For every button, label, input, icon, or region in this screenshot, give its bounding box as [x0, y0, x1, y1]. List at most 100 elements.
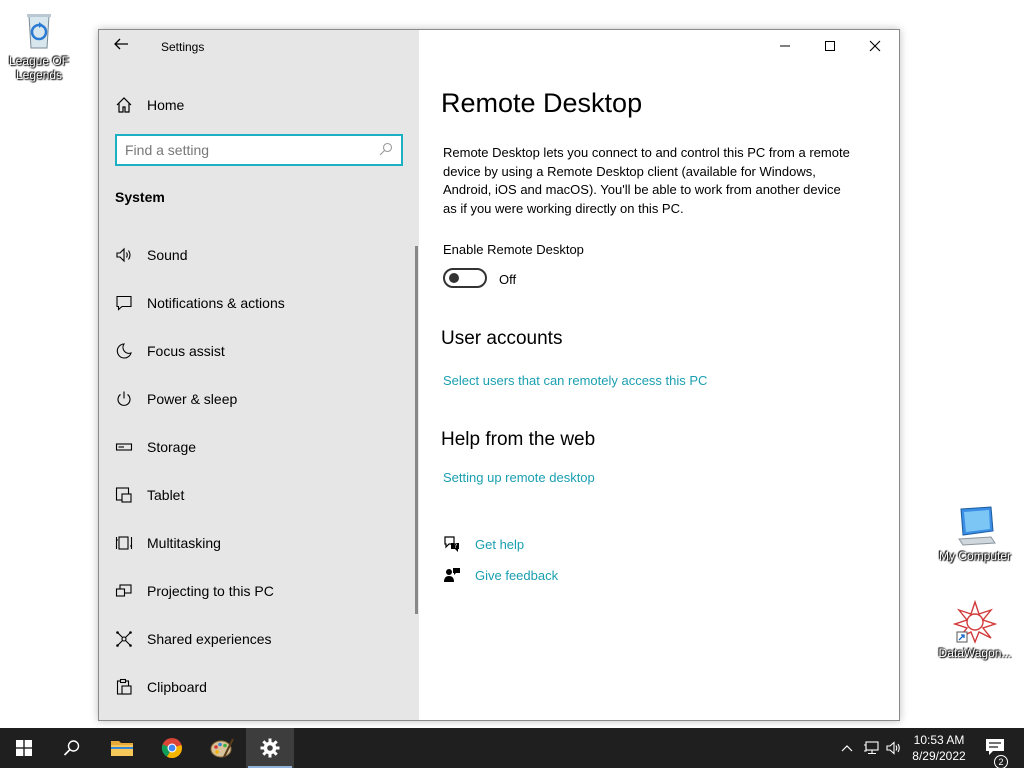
message-icon [115, 294, 133, 312]
give-feedback-link[interactable]: Give feedback [443, 566, 558, 584]
desktop-icon-my-computer[interactable]: My Computer [933, 503, 1017, 563]
sidebar-item-focus-assist[interactable]: Focus assist [99, 327, 415, 375]
sidebar-item-shared-experiences[interactable]: Shared experiences [99, 615, 415, 663]
desktop-icon-label: My Computer [938, 549, 1012, 563]
recycle-bin-icon [17, 8, 61, 52]
taskbar: 10:53 AM 8/29/2022 2 [0, 728, 1024, 768]
projector-icon [115, 582, 133, 600]
close-button[interactable] [852, 30, 898, 62]
power-icon [115, 390, 133, 408]
content-pane: Remote Desktop Remote Desktop lets you c… [419, 30, 899, 720]
chrome-button[interactable] [148, 728, 196, 768]
speaker-icon [886, 741, 900, 755]
show-hidden-icons-button[interactable] [836, 728, 858, 768]
page-description: Remote Desktop lets you connect to and c… [443, 145, 850, 216]
setting-up-remote-desktop-link[interactable]: Setting up remote desktop [443, 470, 595, 485]
start-button[interactable] [0, 728, 48, 768]
page-title: Remote Desktop [441, 88, 643, 118]
search-taskbar-button[interactable] [48, 728, 96, 768]
back-button[interactable] [113, 36, 133, 56]
sidebar-scrollbar[interactable] [415, 246, 418, 614]
minimize-icon [780, 45, 790, 47]
close-icon [869, 40, 881, 52]
speaker-icon [115, 246, 133, 264]
multitasking-icon [115, 534, 133, 552]
settings-window: Settings Home System Sound [98, 29, 900, 721]
toggle-knob [449, 273, 459, 283]
desktop-icon-datawagon[interactable]: DataWagon... [933, 599, 1017, 660]
sidebar-item-label: Tablet [147, 487, 185, 503]
give-feedback-label: Give feedback [475, 567, 559, 583]
get-help-icon: ? [444, 536, 459, 552]
sidebar-nav: Sound Notifications & actions Focus assi… [99, 231, 415, 711]
maximize-button[interactable] [807, 30, 853, 62]
chevron-up-icon [841, 745, 853, 752]
sidebar-item-multitasking[interactable]: Multitasking [99, 519, 415, 567]
moon-icon [115, 342, 133, 360]
maximize-icon [825, 41, 835, 51]
feedback-icon [444, 568, 460, 582]
sidebar-item-label: Multitasking [147, 535, 221, 551]
volume-tray-button[interactable] [883, 728, 905, 768]
sidebar-item-power-sleep[interactable]: Power & sleep [99, 375, 415, 423]
sidebar-item-label: Power & sleep [147, 391, 238, 407]
sidebar-item-label: Projecting to this PC [147, 583, 274, 599]
file-explorer-button[interactable] [98, 728, 146, 768]
search-icon[interactable] [379, 142, 393, 156]
clipboard-icon [115, 678, 133, 696]
sidebar-item-label: Storage [147, 439, 197, 455]
folder-icon [111, 741, 133, 756]
storage-icon [115, 438, 133, 456]
back-arrow-icon [114, 38, 128, 50]
tablet-icon [115, 486, 133, 504]
datawagon-shortcut-icon [952, 599, 998, 644]
desktop-icon-label: DataWagon... [938, 646, 1012, 660]
search-input[interactable] [117, 136, 367, 164]
search-icon [63, 740, 80, 756]
desktop-icon-recycle-bin[interactable]: League OF Legends [0, 8, 81, 82]
desktop-icon-label: League OF Legends [8, 54, 70, 82]
sidebar-item-label: Shared experiences [147, 631, 272, 647]
sidebar: Settings Home System Sound [99, 30, 419, 720]
svg-text:?: ? [454, 543, 457, 550]
sidebar-item-tablet[interactable]: Tablet [99, 471, 415, 519]
clock-time: 10:53 AM [913, 733, 965, 747]
notification-count-badge: 2 [994, 755, 1008, 768]
notification-icon [986, 739, 1004, 755]
home-icon [116, 97, 132, 113]
sidebar-item-label: Focus assist [147, 343, 225, 359]
sidebar-item-clipboard[interactable]: Clipboard [99, 663, 415, 711]
chrome-icon [161, 738, 182, 759]
settings-taskbar-button[interactable] [246, 728, 294, 768]
sidebar-item-storage[interactable]: Storage [99, 423, 415, 471]
minimize-button[interactable] [762, 30, 808, 62]
get-help-label: Get help [475, 536, 525, 552]
windows-logo-icon [16, 740, 32, 756]
get-help-link[interactable]: ? Get help [443, 535, 524, 553]
share-icon [115, 630, 133, 648]
sidebar-item-label: Clipboard [147, 679, 207, 695]
network-tray-button[interactable] [860, 728, 882, 768]
sidebar-item-label: Sound [147, 247, 188, 263]
action-center-button[interactable]: 2 [978, 728, 1012, 768]
search-box [115, 134, 403, 166]
sidebar-item-projecting[interactable]: Projecting to this PC [99, 567, 415, 615]
section-title: System [115, 189, 165, 205]
select-users-link[interactable]: Select users that can remotely access th… [443, 373, 707, 388]
user-accounts-heading: User accounts [441, 328, 563, 349]
sidebar-item-sound[interactable]: Sound [99, 231, 415, 279]
remote-desktop-toggle[interactable] [443, 268, 487, 288]
help-from-web-heading: Help from the web [441, 429, 596, 450]
gear-icon [260, 738, 280, 758]
paint-app-button[interactable] [198, 728, 246, 768]
home-nav-item[interactable]: Home [115, 94, 184, 116]
toggle-state-text: Off [499, 272, 517, 287]
paint-palette-icon [210, 738, 234, 758]
network-icon [864, 741, 879, 755]
sidebar-item-notifications[interactable]: Notifications & actions [99, 279, 415, 327]
taskbar-clock[interactable]: 10:53 AM 8/29/2022 [906, 732, 972, 764]
home-label: Home [147, 97, 185, 113]
clock-date: 8/29/2022 [912, 749, 966, 763]
title-bar: Settings [99, 30, 419, 62]
computer-icon [953, 503, 997, 547]
